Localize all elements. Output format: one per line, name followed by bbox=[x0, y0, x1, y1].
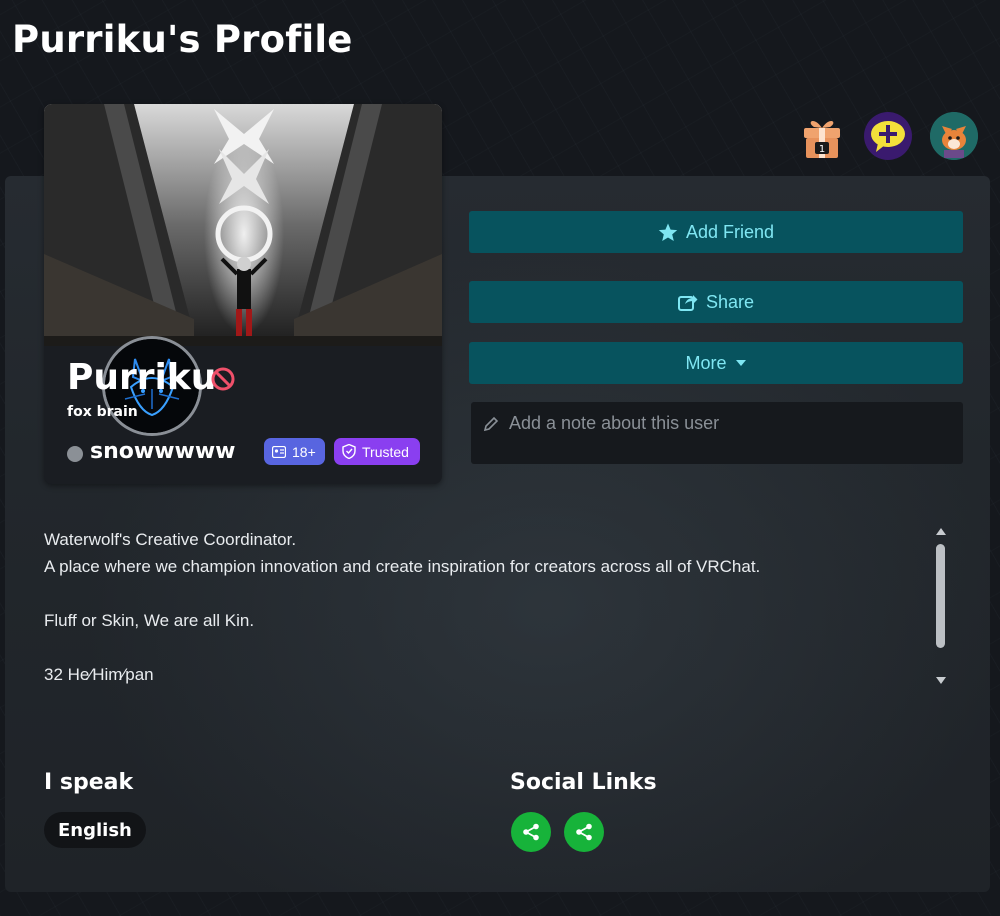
pencil-icon bbox=[483, 416, 499, 432]
gift-icon[interactable]: 1 bbox=[798, 112, 846, 160]
profile-card bbox=[44, 104, 442, 484]
age-verified-badge: 18+ bbox=[264, 438, 325, 465]
bio-line: Fluff or Skin, We are all Kin. bbox=[44, 611, 255, 630]
social-link-button[interactable] bbox=[511, 812, 551, 852]
caret-down-icon bbox=[735, 360, 746, 366]
add-friend-button[interactable]: Add Friend bbox=[469, 211, 963, 253]
bio-line: Waterwolf's Creative Coordinator. bbox=[44, 530, 297, 549]
fox-avatar-icon[interactable] bbox=[930, 112, 978, 160]
star-icon bbox=[658, 223, 678, 241]
languages-heading: I speak bbox=[44, 770, 134, 795]
bio-line bbox=[44, 580, 924, 607]
social-links-heading: Social Links bbox=[510, 770, 657, 795]
share-icon bbox=[677, 295, 698, 311]
bio-line: 32 He⁄Him⁄pan bbox=[44, 665, 154, 684]
page-title: Purriku's Profile bbox=[12, 18, 353, 61]
status-indicator bbox=[67, 446, 83, 462]
profile-page: Purriku's Profile 1 Purriku fox brain sn… bbox=[0, 0, 1000, 916]
svg-text:1: 1 bbox=[819, 144, 825, 155]
bio-line bbox=[44, 634, 924, 661]
social-link-button[interactable] bbox=[564, 812, 604, 852]
top-icons: 1 bbox=[798, 112, 978, 160]
age-badge-label: 18+ bbox=[292, 443, 316, 460]
bio-line: A place where we champion innovation and… bbox=[44, 557, 761, 576]
note-placeholder: Add a note about this user bbox=[509, 413, 720, 433]
add-comment-icon[interactable] bbox=[864, 112, 912, 160]
trust-rank-badge: Trusted bbox=[334, 438, 420, 465]
share-nodes-icon bbox=[523, 823, 539, 841]
share-button[interactable]: Share bbox=[469, 281, 963, 323]
share-label: Share bbox=[705, 291, 755, 312]
trust-badge-label: Trusted bbox=[362, 443, 409, 460]
user-note-field[interactable]: Add a note about this user bbox=[471, 402, 963, 464]
bio-text: Waterwolf's Creative Coordinator. A plac… bbox=[44, 526, 924, 688]
scroll-down-arrow[interactable] bbox=[936, 677, 946, 684]
block-icon bbox=[210, 366, 236, 396]
profile-banner-image bbox=[44, 104, 442, 346]
add-friend-label: Add Friend bbox=[685, 221, 775, 242]
shield-icon bbox=[342, 444, 356, 459]
more-button[interactable]: More bbox=[469, 342, 963, 384]
language-pill: English bbox=[44, 812, 146, 848]
share-nodes-icon bbox=[576, 823, 592, 841]
pronouns-text: fox brain bbox=[67, 404, 138, 420]
id-card-icon bbox=[272, 445, 286, 458]
more-label: More bbox=[685, 352, 727, 373]
display-name: Purriku bbox=[67, 357, 217, 398]
scroll-thumb[interactable] bbox=[936, 544, 945, 648]
status-text: snowwwww bbox=[90, 439, 236, 464]
scroll-up-arrow[interactable] bbox=[936, 528, 946, 535]
bio-scrollbar[interactable] bbox=[934, 528, 948, 684]
